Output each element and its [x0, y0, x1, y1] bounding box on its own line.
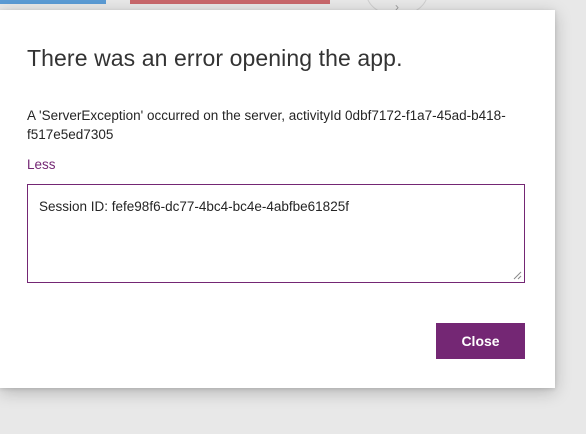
- error-details-box[interactable]: Session ID: fefe98f6-dc77-4bc4-bc4e-4abf…: [27, 184, 525, 283]
- close-button[interactable]: Close: [436, 323, 525, 359]
- session-id-text: Session ID: fefe98f6-dc77-4bc4-bc4e-4abf…: [39, 199, 349, 214]
- error-message: A 'ServerException' occurred on the serv…: [27, 108, 506, 142]
- background-tab-red: [130, 0, 330, 4]
- background-tab-blue: [0, 0, 106, 4]
- less-details-link[interactable]: Less: [27, 157, 56, 172]
- error-dialog: There was an error opening the app. A 'S…: [0, 10, 555, 388]
- resize-grip-icon[interactable]: [513, 271, 522, 280]
- dialog-title: There was an error opening the app.: [27, 45, 403, 71]
